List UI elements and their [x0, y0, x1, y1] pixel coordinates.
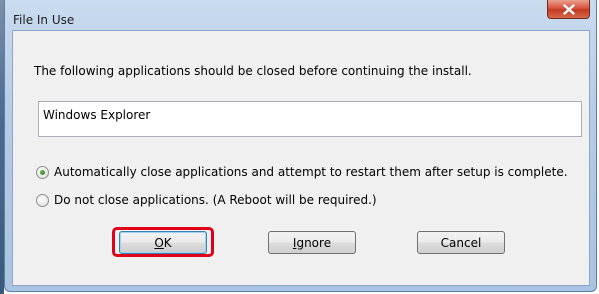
- dialog-message: The following applications should be clo…: [34, 64, 472, 78]
- ok-button[interactable]: OK: [119, 231, 207, 254]
- cancel-button[interactable]: Cancel: [417, 231, 505, 254]
- file-in-use-dialog: File In Use The following applications s…: [4, 0, 597, 292]
- screen: File In Use The following applications s…: [0, 0, 599, 294]
- do-not-close-label: Do not close applications. (A Reboot wil…: [54, 193, 377, 207]
- close-button[interactable]: [547, 0, 590, 19]
- title-bar[interactable]: File In Use: [5, 0, 596, 30]
- application-list[interactable]: Windows Explorer: [38, 101, 582, 137]
- cancel-button-label: Cancel: [440, 235, 482, 250]
- dialog-body: The following applications should be clo…: [12, 30, 590, 286]
- do-not-close-option[interactable]: Do not close applications. (A Reboot wil…: [36, 193, 377, 207]
- ok-button-label: OK: [154, 235, 172, 250]
- ignore-button[interactable]: Ignore: [268, 231, 356, 254]
- close-x-icon: [562, 3, 575, 15]
- auto-close-option[interactable]: Automatically close applications and att…: [36, 165, 568, 179]
- window-title: File In Use: [13, 13, 75, 27]
- auto-close-label: Automatically close applications and att…: [54, 165, 568, 179]
- auto-close-radio[interactable]: [36, 165, 49, 179]
- list-item[interactable]: Windows Explorer: [43, 108, 150, 122]
- ignore-button-label: Ignore: [292, 235, 332, 250]
- do-not-close-radio[interactable]: [36, 193, 49, 207]
